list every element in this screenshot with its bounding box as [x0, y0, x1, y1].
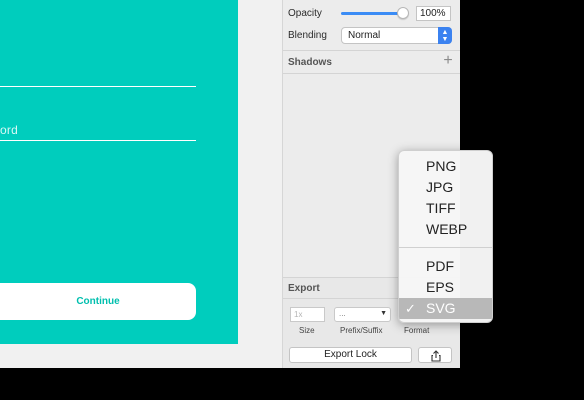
share-icon — [431, 350, 441, 362]
prefix-suffix-value: ... — [339, 309, 346, 318]
format-menu-item-png[interactable]: PNG — [399, 156, 492, 177]
format-menu-item-label: SVG — [426, 300, 456, 316]
opacity-slider-knob[interactable] — [397, 7, 409, 19]
opacity-label: Opacity — [288, 8, 322, 19]
prefix-suffix-select[interactable]: ... ▼ — [334, 307, 391, 322]
format-menu: PNG JPG TIFF WEBP PDF EPS ✓ SVG — [398, 150, 493, 323]
format-menu-item-eps[interactable]: EPS — [399, 277, 492, 298]
share-button[interactable] — [418, 347, 452, 363]
blending-select[interactable]: Normal ▲ ▼ — [341, 27, 452, 44]
size-label: Size — [299, 326, 315, 335]
export-lock-button[interactable]: Export Lock — [289, 347, 412, 363]
format-menu-item-jpg[interactable]: JPG — [399, 177, 492, 198]
canvas: ord Continue — [0, 0, 282, 368]
export-title: Export — [288, 283, 320, 294]
divider — [283, 50, 460, 51]
artboard: ord Continue — [0, 0, 238, 344]
export-size-input[interactable]: 1x — [290, 307, 325, 322]
password-field-placeholder[interactable]: ord — [0, 123, 18, 137]
email-field-underline[interactable] — [0, 86, 196, 87]
divider — [283, 73, 460, 74]
menu-separator — [399, 247, 492, 248]
format-menu-item-webp[interactable]: WEBP — [399, 219, 492, 240]
opacity-slider-fill[interactable] — [341, 12, 403, 15]
continue-button[interactable]: Continue — [0, 283, 196, 320]
plus-icon[interactable]: + — [441, 53, 455, 69]
format-menu-item-svg[interactable]: ✓ SVG — [399, 298, 492, 319]
opacity-input[interactable]: 100% — [416, 6, 451, 21]
blending-label: Blending — [288, 30, 327, 41]
chevron-up-down-icon: ▲ ▼ — [438, 27, 452, 44]
format-menu-item-tiff[interactable]: TIFF — [399, 198, 492, 219]
format-menu-item-pdf[interactable]: PDF — [399, 256, 492, 277]
checkmark-icon: ✓ — [405, 301, 416, 316]
format-label: Format — [404, 326, 430, 335]
password-field-underline[interactable] — [0, 140, 196, 141]
blending-select-value: Normal — [348, 30, 381, 41]
shadows-title: Shadows — [288, 57, 332, 68]
chevron-down-icon: ▼ — [380, 310, 387, 317]
prefix-suffix-label: Prefix/Suffix — [340, 326, 383, 335]
